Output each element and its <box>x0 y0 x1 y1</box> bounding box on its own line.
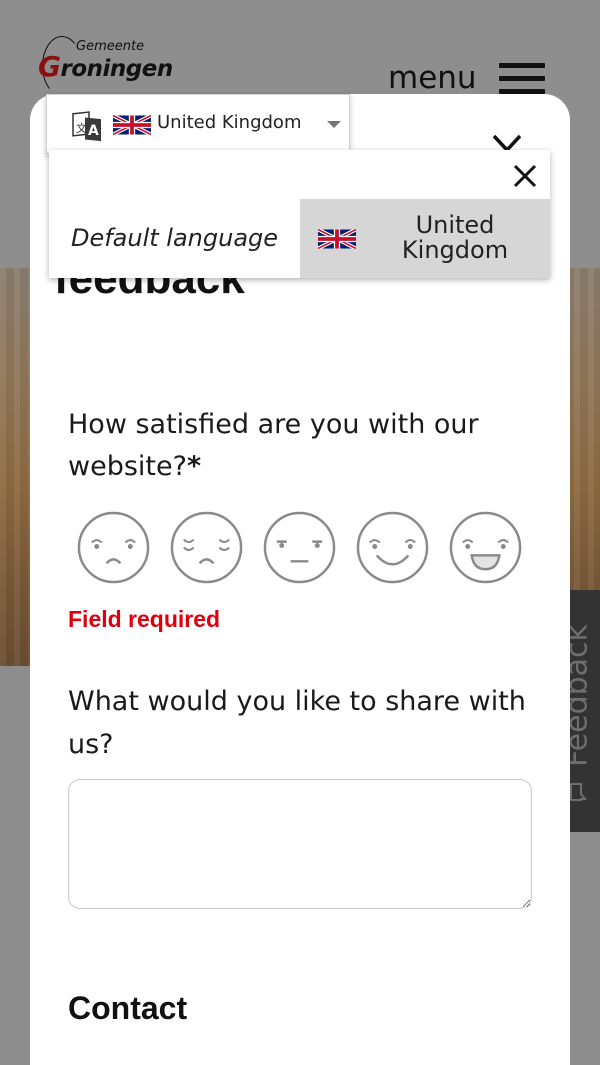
svg-text:文: 文 <box>76 121 87 135</box>
language-option-default[interactable]: Default language <box>49 199 300 278</box>
svg-text:A: A <box>88 123 99 139</box>
share-question: What would you like to share with us? <box>68 686 526 760</box>
very-unsatisfied-face-icon[interactable] <box>76 510 151 585</box>
rating-faces <box>76 510 526 586</box>
satisfied-face-icon[interactable] <box>355 510 430 585</box>
site-logo[interactable]: Gemeente Groningen <box>36 36 186 96</box>
uk-flag-icon <box>113 115 151 135</box>
language-select[interactable]: 文 A United Kingdom <box>46 94 350 154</box>
language-option-united-kingdom[interactable]: United Kingdom <box>300 199 550 278</box>
neutral-face-icon[interactable] <box>262 510 337 585</box>
field-required-error: Field required <box>68 606 221 632</box>
very-satisfied-face-icon[interactable] <box>448 510 523 585</box>
close-icon[interactable] <box>511 162 539 190</box>
language-panel: Default language United Kingdom <box>49 150 550 278</box>
language-option-label: United Kingdom <box>401 211 509 264</box>
required-marker: * <box>186 451 202 482</box>
hamburger-icon <box>498 61 545 95</box>
language-option-label: Default language <box>70 224 279 252</box>
translate-icon: 文 A <box>72 111 101 142</box>
menu-label: menu <box>388 60 477 96</box>
modal-close-icon[interactable] <box>490 132 524 152</box>
dropdown-caret-icon <box>327 121 341 128</box>
language-select-value: United Kingdom <box>157 112 302 133</box>
uk-flag-icon <box>318 229 356 249</box>
share-textarea[interactable] <box>68 779 532 909</box>
logo-title: Groningen <box>38 50 173 83</box>
satisfaction-question: How satisfied are you with our website?* <box>68 409 479 482</box>
contact-heading: Contact <box>68 990 188 1026</box>
unsatisfied-face-icon[interactable] <box>169 510 244 585</box>
